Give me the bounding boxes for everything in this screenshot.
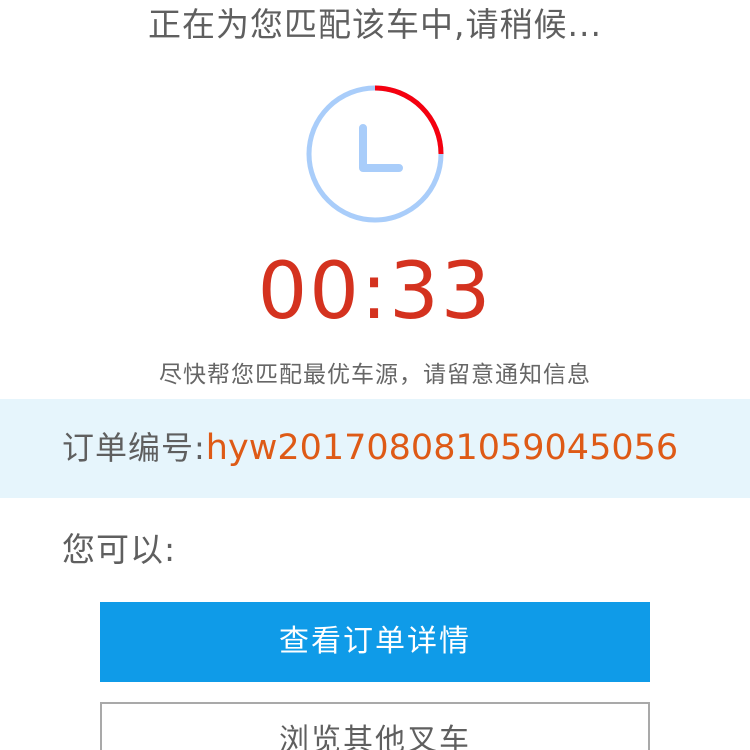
match-waiting-page: 正在为您匹配该车中,请稍候... 00:33 尽快帮您匹配最优车源，请留意通知信… [0,0,750,750]
notification-hint: 尽快帮您匹配最优车源，请留意通知信息 [159,362,591,388]
countdown-timer: 00:33 [257,247,493,337]
matching-status-title: 正在为您匹配该车中,请稍候... [148,5,602,44]
order-number-row: 订单编号:hyw201708081059045056 [62,399,678,498]
clock-icon [306,85,444,223]
browse-other-forklifts-button[interactable]: 浏览其他叉车 [100,702,650,750]
clock-hands [359,124,403,172]
order-info-band: 订单编号:hyw201708081059045056 [0,399,750,498]
order-number-value: hyw201708081059045056 [205,428,679,468]
options-heading: 您可以: [62,530,177,569]
order-number-label: 订单编号: [62,429,206,467]
timer-ring-progress [374,85,444,155]
view-order-details-button[interactable]: 查看订单详情 [100,602,650,682]
